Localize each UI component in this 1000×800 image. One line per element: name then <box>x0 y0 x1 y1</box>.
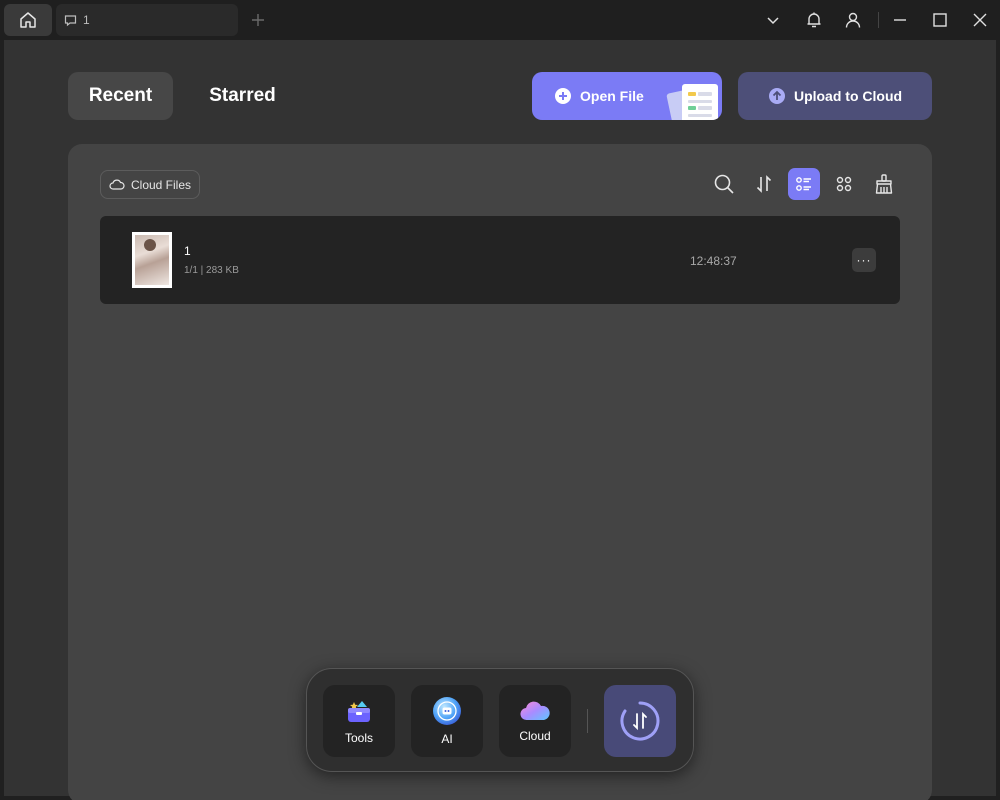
grid-view-button[interactable] <box>828 168 860 200</box>
cloud-gradient-icon <box>520 701 550 721</box>
clean-button[interactable] <box>868 168 900 200</box>
home-icon <box>20 12 36 28</box>
file-time: 12:48:37 <box>690 254 737 268</box>
tab-list-dropdown[interactable] <box>760 8 786 32</box>
tab-starred[interactable]: Starred <box>190 72 295 120</box>
thumbnail-image <box>135 235 169 285</box>
notifications-button[interactable] <box>801 8 827 32</box>
minimize-icon <box>894 19 906 21</box>
dock-tools-label: Tools <box>344 731 373 745</box>
document-tab-label: 1 <box>83 13 90 27</box>
list-view-icon <box>796 177 811 191</box>
documents-illustration-icon <box>666 84 718 120</box>
dock-cloud-label: Cloud <box>519 729 551 743</box>
file-list-item[interactable]: 1 1/1 | 283 KB 12:48:37 ··· <box>100 216 900 304</box>
home-tab[interactable] <box>4 4 52 36</box>
cloud-icon <box>109 179 125 190</box>
file-meta: 1/1 | 283 KB <box>184 265 239 276</box>
ai-orb-icon <box>433 697 461 725</box>
close-button[interactable] <box>967 8 993 32</box>
file-thumbnail <box>132 232 172 288</box>
toolbox-icon <box>348 701 370 722</box>
file-name: 1 <box>184 244 191 258</box>
cloud-files-button[interactable]: Cloud Files <box>100 170 200 199</box>
list-view-button[interactable] <box>788 168 820 200</box>
dock-ai-label: AI <box>441 732 453 746</box>
dock-convert-button[interactable] <box>604 685 676 757</box>
convert-icon <box>620 701 660 741</box>
minimize-button[interactable] <box>887 8 913 32</box>
dock-separator <box>587 709 588 733</box>
search-button[interactable] <box>708 168 740 200</box>
maximize-button[interactable] <box>927 8 953 32</box>
title-bar: 1 <box>0 0 1000 40</box>
upload-to-cloud-button[interactable]: Upload to Cloud <box>738 72 932 120</box>
user-icon <box>845 12 861 28</box>
cloud-files-label: Cloud Files <box>130 177 192 192</box>
bottom-dock: Tools AI Cloud <box>306 668 694 772</box>
chevron-down-icon <box>767 17 779 25</box>
titlebar-separator <box>878 12 879 28</box>
open-file-button[interactable]: Open File <box>532 72 722 120</box>
plus-circle-icon <box>555 88 571 104</box>
bell-icon <box>807 12 821 28</box>
plus-icon <box>252 14 264 26</box>
sort-icon <box>756 175 772 193</box>
open-file-label: Open File <box>580 88 644 104</box>
comment-icon <box>64 14 77 26</box>
sort-button[interactable] <box>748 168 780 200</box>
account-button[interactable] <box>840 8 866 32</box>
upload-arrow-icon <box>768 88 785 104</box>
grid-view-icon <box>836 176 852 192</box>
dock-ai-button[interactable]: AI <box>411 685 483 757</box>
more-options-button[interactable]: ··· <box>852 248 876 272</box>
upload-to-cloud-label: Upload to Cloud <box>793 88 903 104</box>
close-icon <box>973 13 987 27</box>
tab-recent[interactable]: Recent <box>68 72 173 120</box>
maximize-icon <box>933 13 947 27</box>
dock-tools-button[interactable]: Tools <box>323 685 395 757</box>
broom-icon <box>875 174 893 194</box>
add-tab-button[interactable] <box>248 10 268 30</box>
document-tab[interactable]: 1 <box>56 4 238 36</box>
dock-cloud-button[interactable]: Cloud <box>499 685 571 757</box>
search-icon <box>714 174 734 194</box>
